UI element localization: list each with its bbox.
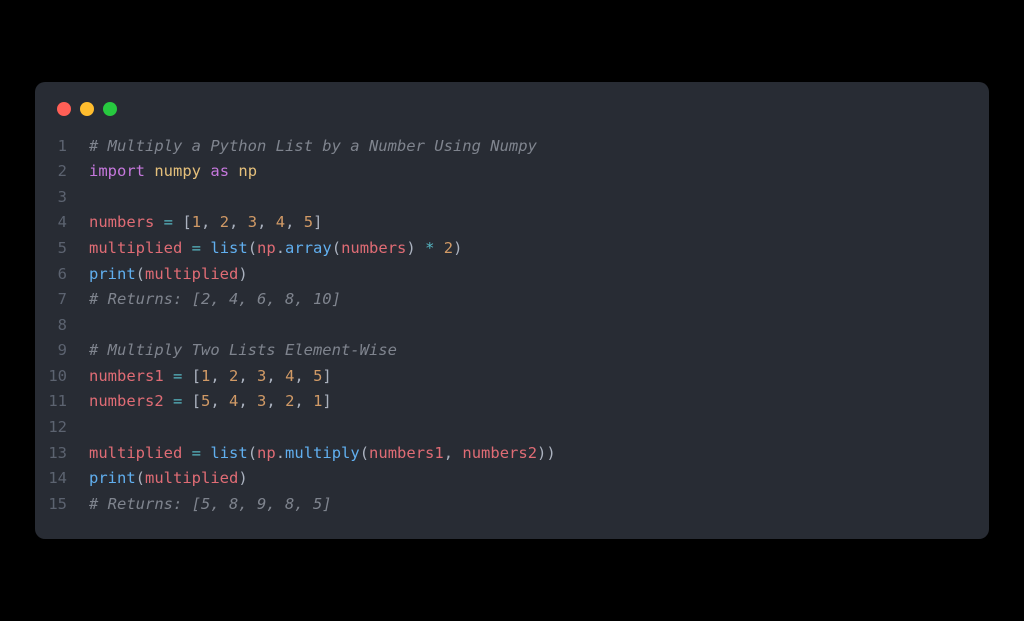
code-line: 8 [35, 313, 989, 339]
code-content: import numpy as np [89, 159, 257, 185]
code-line: 3 [35, 185, 989, 211]
titlebar [35, 102, 989, 134]
code-content: multiplied = list(np.multiply(numbers1, … [89, 441, 556, 467]
code-content: multiplied = list(np.array(numbers) * 2) [89, 236, 462, 262]
code-line: 15# Returns: [5, 8, 9, 8, 5] [35, 492, 989, 518]
close-icon[interactable] [57, 102, 71, 116]
line-number: 5 [35, 236, 89, 262]
code-line: 12 [35, 415, 989, 441]
code-line: 14print(multiplied) [35, 466, 989, 492]
line-number: 2 [35, 159, 89, 185]
minimize-icon[interactable] [80, 102, 94, 116]
line-number: 6 [35, 262, 89, 288]
code-content: # Multiply a Python List by a Number Usi… [89, 134, 537, 160]
line-number: 4 [35, 210, 89, 236]
line-number: 11 [35, 389, 89, 415]
line-number: 7 [35, 287, 89, 313]
code-line: 1# Multiply a Python List by a Number Us… [35, 134, 989, 160]
code-content: numbers2 = [5, 4, 3, 2, 1] [89, 389, 332, 415]
line-number: 8 [35, 313, 89, 339]
code-area[interactable]: 1# Multiply a Python List by a Number Us… [35, 134, 989, 517]
code-content: print(multiplied) [89, 466, 248, 492]
line-number: 3 [35, 185, 89, 211]
code-content: # Returns: [5, 8, 9, 8, 5] [89, 492, 332, 518]
code-content: print(multiplied) [89, 262, 248, 288]
code-line: 2import numpy as np [35, 159, 989, 185]
code-content: numbers = [1, 2, 3, 4, 5] [89, 210, 322, 236]
line-number: 13 [35, 441, 89, 467]
code-line: 10numbers1 = [1, 2, 3, 4, 5] [35, 364, 989, 390]
maximize-icon[interactable] [103, 102, 117, 116]
line-number: 1 [35, 134, 89, 160]
line-number: 10 [35, 364, 89, 390]
line-number: 14 [35, 466, 89, 492]
code-line: 9# Multiply Two Lists Element-Wise [35, 338, 989, 364]
code-line: 4numbers = [1, 2, 3, 4, 5] [35, 210, 989, 236]
code-content: numbers1 = [1, 2, 3, 4, 5] [89, 364, 332, 390]
line-number: 12 [35, 415, 89, 441]
line-number: 9 [35, 338, 89, 364]
code-content: # Returns: [2, 4, 6, 8, 10] [89, 287, 341, 313]
code-line: 6print(multiplied) [35, 262, 989, 288]
code-line: 5multiplied = list(np.array(numbers) * 2… [35, 236, 989, 262]
code-content: # Multiply Two Lists Element-Wise [89, 338, 397, 364]
line-number: 15 [35, 492, 89, 518]
code-line: 13multiplied = list(np.multiply(numbers1… [35, 441, 989, 467]
code-line: 7# Returns: [2, 4, 6, 8, 10] [35, 287, 989, 313]
code-window: 1# Multiply a Python List by a Number Us… [35, 82, 989, 539]
code-line: 11numbers2 = [5, 4, 3, 2, 1] [35, 389, 989, 415]
